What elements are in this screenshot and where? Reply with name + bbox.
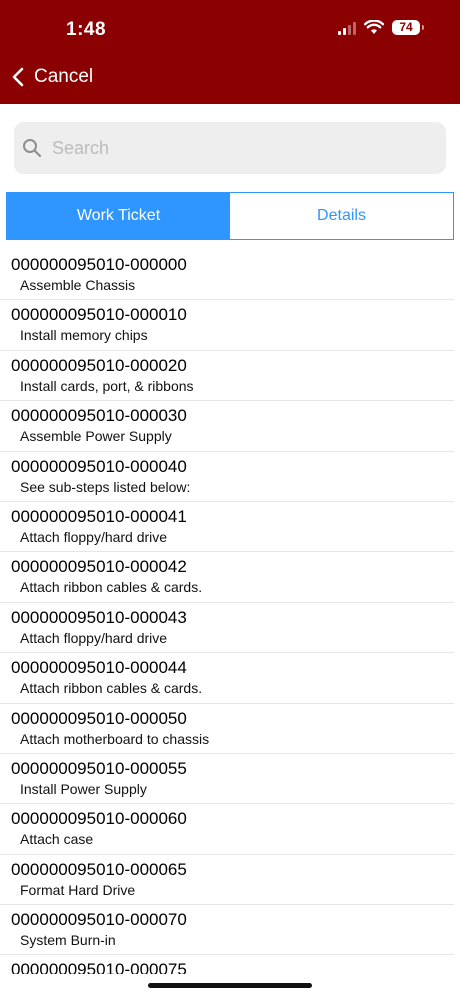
item-code: 000000095010-000050 xyxy=(11,708,187,728)
status-time: 1:48 xyxy=(66,19,107,40)
tab-details[interactable]: Details xyxy=(230,193,453,239)
item-description: Attach ribbon cables & cards. xyxy=(20,579,203,596)
battery-icon: 74 xyxy=(392,20,424,35)
cancel-button[interactable]: Cancel xyxy=(12,66,93,88)
list-item[interactable]: 000000095010-000000 Assemble Chassis xyxy=(0,250,454,301)
list-item[interactable]: 000000095010-000042 Attach ribbon cables … xyxy=(0,552,454,603)
list-item[interactable]: 000000095010-000060 Attach case xyxy=(0,804,454,855)
list-item[interactable]: 000000095010-000043 Attach floppy/hard dr… xyxy=(0,603,454,654)
item-code: 000000095010-000070 xyxy=(11,910,187,930)
item-code: 000000095010-000075 xyxy=(11,960,187,974)
item-code: 000000095010-000010 xyxy=(11,305,187,325)
app-header: 1:48 74 Cancel xyxy=(0,0,460,104)
tab-work-ticket[interactable]: Work Ticket xyxy=(7,193,230,239)
item-description: Install cards, port, & ribbons xyxy=(20,377,194,394)
search-icon xyxy=(23,139,42,158)
list-item[interactable]: 000000095010-000070 System Burn-in xyxy=(0,905,454,956)
chevron-left-icon xyxy=(12,67,24,87)
item-description: Attach motherboard to chassis xyxy=(20,730,210,747)
list-item[interactable]: 000000095010-000010 Install memory chips xyxy=(0,300,454,351)
list-item[interactable]: 000000095010-000044 Attach ribbon cables … xyxy=(0,653,454,704)
item-code: 000000095010-000060 xyxy=(11,809,187,829)
list-item[interactable]: 000000095010-000040 See sub-steps listed … xyxy=(0,452,454,502)
status-icons: 74 xyxy=(338,20,424,35)
list-item[interactable]: 000000095010-000020 Install cards, port, … xyxy=(0,351,454,402)
item-code: 000000095010-000000 xyxy=(11,255,187,274)
list-item[interactable]: 000000095010-000065 Format Hard Drive xyxy=(0,855,454,906)
item-code: 000000095010-000040 xyxy=(11,456,187,476)
cellular-signal-icon xyxy=(338,21,356,35)
item-code: 000000095010-000043 xyxy=(11,607,187,627)
item-description: Attach floppy/hard drive xyxy=(20,629,168,646)
segmented-tabs: Work Ticket Details xyxy=(6,192,454,240)
list-item[interactable]: 000000095010-000055 Install Power Supply xyxy=(0,754,454,805)
item-code: 000000095010-000041 xyxy=(11,506,187,526)
cancel-label: Cancel xyxy=(34,66,94,87)
item-code: 000000095010-000020 xyxy=(11,355,187,375)
item-description: Assemble Chassis xyxy=(20,277,136,293)
item-description: See sub-steps listed below: xyxy=(20,478,191,495)
item-code: 000000095010-000055 xyxy=(11,758,187,778)
item-code: 000000095010-000042 xyxy=(11,557,187,577)
item-description: Install memory chips xyxy=(20,327,148,344)
item-code: 000000095010-000044 xyxy=(11,658,187,678)
work-ticket-list[interactable]: 000000095010-000000 Assemble Chassis 0000… xyxy=(0,250,460,974)
list-item[interactable]: 000000095010-000050 Attach motherboard to… xyxy=(0,704,454,754)
home-indicator xyxy=(148,983,312,988)
item-description: Format Hard Drive xyxy=(20,881,136,898)
list-item[interactable]: 000000095010-000041 Attach floppy/hard dr… xyxy=(0,502,454,553)
item-description: Attach case xyxy=(20,831,94,848)
list-item[interactable]: 000000095010-000030 Assemble Power Supply xyxy=(0,401,454,452)
item-description: Install Power Supply xyxy=(20,780,147,797)
item-description: System Burn-in xyxy=(20,932,116,949)
item-description: Attach ribbon cables & cards. xyxy=(20,680,203,697)
search-input[interactable] xyxy=(50,136,434,160)
list-item[interactable]: 000000095010-000075 xyxy=(0,955,454,974)
item-code: 000000095010-000065 xyxy=(11,859,187,879)
item-code: 000000095010-000030 xyxy=(11,406,187,426)
search-bar[interactable] xyxy=(14,122,446,174)
item-description: Attach floppy/hard drive xyxy=(20,528,168,545)
wifi-icon xyxy=(364,20,384,34)
item-description: Assemble Power Supply xyxy=(20,428,172,445)
